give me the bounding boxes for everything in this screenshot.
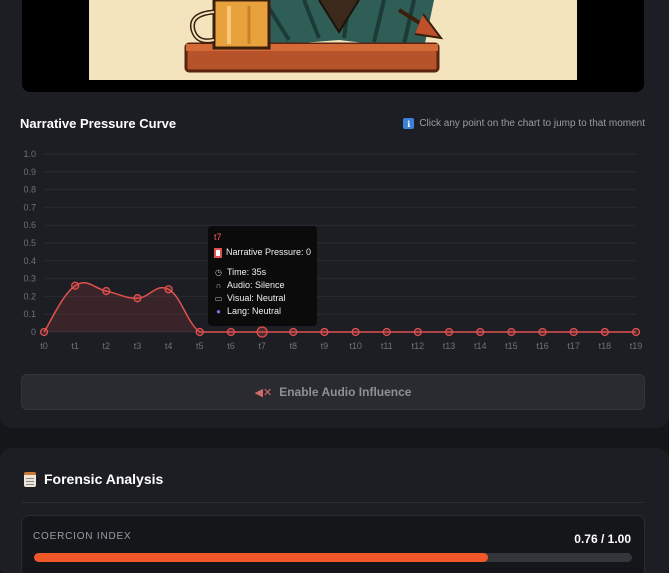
lang-icon: ● xyxy=(216,307,221,316)
data-point[interactable] xyxy=(289,327,298,337)
x-tick-label: t4 xyxy=(165,341,173,351)
enable-audio-button[interactable]: ◀✕ Enable Audio Influence xyxy=(21,374,645,410)
data-point[interactable] xyxy=(507,327,516,337)
data-point[interactable] xyxy=(600,327,609,337)
x-tick-label: t1 xyxy=(71,341,79,351)
pressure-chart-svg[interactable]: 0 0.1 0.2 0.3 0.4 0.5 0.6 0.7 0.8 0.9 1.0 t0 t1 t2 t3 t… xyxy=(0,140,669,355)
y-tick-label: 0.1 xyxy=(23,309,36,319)
y-tick-label: 0.9 xyxy=(23,167,36,177)
data-point[interactable] xyxy=(476,327,485,337)
coercion-label: COERCION INDEX xyxy=(33,531,132,542)
tooltip-time: Time: 35s xyxy=(227,267,267,277)
x-tick-label: t18 xyxy=(599,341,612,351)
x-tick-label: t16 xyxy=(536,341,549,351)
data-point[interactable] xyxy=(351,327,360,337)
data-point[interactable] xyxy=(538,327,547,337)
y-tick-label: 1.0 xyxy=(23,149,36,159)
tooltip-audio: Audio: Silence xyxy=(227,280,285,290)
coercion-value: 0.76 / 1.00 xyxy=(574,532,631,546)
pressure-chart[interactable]: 0 0.1 0.2 0.3 0.4 0.5 0.6 0.7 0.8 0.9 1.0 t0 t1 t2 t3 t… xyxy=(0,140,669,355)
y-tick-label: 0.8 xyxy=(23,185,36,195)
data-point[interactable] xyxy=(320,327,329,337)
x-tick-label: t7 xyxy=(258,341,266,351)
series-area xyxy=(44,282,636,332)
forensic-title: Forensic Analysis xyxy=(44,471,164,487)
coercion-progress xyxy=(34,553,632,562)
forensic-header: Forensic Analysis xyxy=(24,471,163,487)
data-point[interactable] xyxy=(133,294,142,303)
y-tick-label: 0.7 xyxy=(23,202,36,212)
x-tick-label: t10 xyxy=(349,341,362,351)
x-tick-label: t13 xyxy=(443,341,456,351)
chart-title: Narrative Pressure Curve xyxy=(20,116,177,131)
series-swatch xyxy=(214,247,222,258)
tooltip-visual: Visual: Neutral xyxy=(227,293,286,303)
data-point[interactable] xyxy=(382,327,391,337)
data-point[interactable] xyxy=(164,285,173,294)
x-tick-label: t0 xyxy=(40,341,48,351)
y-tick-label: 0.4 xyxy=(23,256,36,266)
x-tick-label: t5 xyxy=(196,341,204,351)
speaker-muted-icon: ◀✕ xyxy=(254,386,273,399)
data-point[interactable] xyxy=(256,326,268,338)
x-tick-label: t17 xyxy=(567,341,580,351)
tooltip-title: t7 xyxy=(214,232,222,242)
chart-hint-text: Click any point on the chart to jump to … xyxy=(419,118,645,129)
data-point[interactable] xyxy=(71,281,80,290)
y-tick-label: 0 xyxy=(31,327,36,337)
coercion-progress-fill xyxy=(34,553,489,562)
artwork-image xyxy=(89,0,577,80)
x-tick-label: t2 xyxy=(103,341,111,351)
x-tick-label: t3 xyxy=(134,341,142,351)
x-tick-label: t6 xyxy=(227,341,235,351)
camera-icon: ▭ xyxy=(214,294,223,303)
y-tick-label: 0.3 xyxy=(23,274,36,284)
data-point[interactable] xyxy=(413,327,423,337)
clipboard-icon xyxy=(24,471,36,487)
divider xyxy=(22,502,644,503)
x-tick-label: t12 xyxy=(412,341,425,351)
clock-icon: ◷ xyxy=(215,268,222,277)
headphones-icon: ∩ xyxy=(215,281,222,290)
data-point[interactable] xyxy=(631,327,641,337)
data-point[interactable] xyxy=(569,327,578,337)
data-point[interactable] xyxy=(444,327,454,337)
chart-hint: i Click any point on the chart to jump t… xyxy=(403,118,645,129)
data-point[interactable] xyxy=(195,327,204,337)
media-preview xyxy=(22,0,644,92)
y-tick-label: 0.2 xyxy=(23,291,36,301)
chart-tooltip: t7 Narrative Pressure: 0 ◷ Time: 35s ∩ Aud… xyxy=(208,226,317,326)
x-tick-label: t19 xyxy=(630,341,643,351)
x-tick-label: t14 xyxy=(474,341,487,351)
data-point[interactable] xyxy=(226,327,236,337)
y-tick-label: 0.5 xyxy=(23,238,36,248)
x-tick-label: t15 xyxy=(505,341,518,351)
tooltip-lang: Lang: Neutral xyxy=(227,306,282,316)
data-point[interactable] xyxy=(39,327,49,337)
coercion-metric-card xyxy=(21,515,645,573)
x-tick-label: t8 xyxy=(290,341,298,351)
tooltip-pressure: Narrative Pressure: 0 xyxy=(225,247,311,257)
enable-audio-label: Enable Audio Influence xyxy=(279,385,412,399)
x-tick-label: t11 xyxy=(381,341,393,351)
data-point[interactable] xyxy=(102,286,111,296)
y-tick-label: 0.6 xyxy=(23,220,36,230)
x-tick-label: t9 xyxy=(321,341,329,351)
info-icon: i xyxy=(403,118,415,129)
